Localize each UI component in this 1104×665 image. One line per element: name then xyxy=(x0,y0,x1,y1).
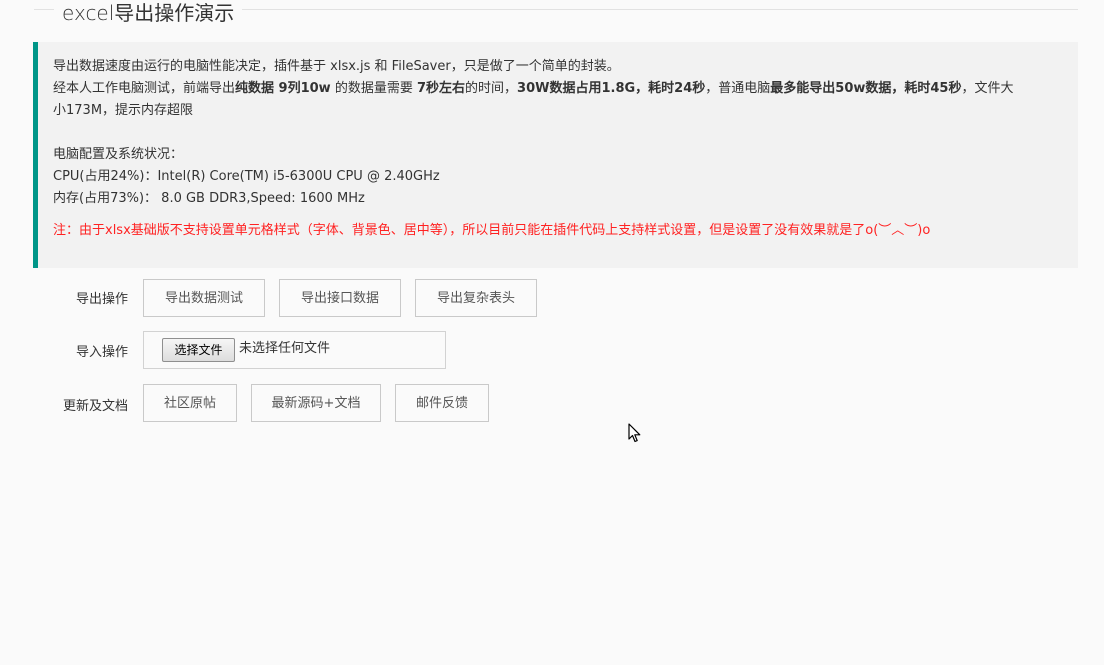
docs-label: 更新及文档 xyxy=(62,399,128,414)
intro-text: 的数据量需要 xyxy=(330,81,417,96)
intro-line-1: 导出数据速度由运行的电脑性能决定，插件基于 xlsx.js 和 FileSave… xyxy=(53,59,620,74)
file-input[interactable]: 选择文件 未选择任何文件 xyxy=(143,331,446,369)
intro-bold: 最多能导出50w数据，耗时45秒 xyxy=(770,81,962,96)
config-title: 电脑配置及系统状况： xyxy=(53,147,184,162)
intro-text: ，文件大 xyxy=(961,81,1014,96)
page-title: excel导出操作演示 xyxy=(62,1,235,25)
community-post-button[interactable]: 社区原帖 xyxy=(143,384,237,422)
intro-quote: 导出数据速度由运行的电脑性能决定，插件基于 xlsx.js 和 FileSave… xyxy=(33,42,1078,268)
export-label: 导出操作 xyxy=(75,292,128,307)
export-test-button[interactable]: 导出数据测试 xyxy=(143,279,265,317)
export-complex-header-button[interactable]: 导出复杂表头 xyxy=(415,279,537,317)
export-api-button[interactable]: 导出接口数据 xyxy=(279,279,401,317)
email-feedback-button[interactable]: 邮件反馈 xyxy=(395,384,489,422)
intro-line-3: 小173M，提示内存超限 xyxy=(53,103,194,118)
file-status: 未选择任何文件 xyxy=(239,341,331,356)
memory-status: 内存(占用73%)： 8.0 GB DDR3,Speed: 1600 MHz xyxy=(53,191,365,206)
intro-line-2: 经本人工作电脑测试，前端导出纯数据 9列10w 的数据量需要 7秒左右的时间，3… xyxy=(53,78,1078,100)
intro-bold: 纯数据 9列10w xyxy=(235,81,331,96)
intro-text: ，普通电脑 xyxy=(705,81,771,96)
intro-text: 的时间， xyxy=(465,81,518,96)
mouse-pointer-icon xyxy=(628,423,642,447)
choose-file-button[interactable]: 选择文件 xyxy=(162,338,235,362)
style-note: 注：由于xlsx基础版不支持设置单元格样式（字体、背景色、居中等），所以目前只能… xyxy=(53,223,931,238)
legend-divider-right xyxy=(242,9,1078,10)
import-label: 导入操作 xyxy=(75,345,128,360)
latest-source-docs-button[interactable]: 最新源码+文档 xyxy=(251,384,381,422)
intro-bold: 7秒左右 xyxy=(416,81,466,96)
legend-divider-left xyxy=(34,9,54,10)
cpu-status: CPU(占用24%)：Intel(R) Core(TM) i5-6300U CP… xyxy=(53,169,440,184)
intro-text: 经本人工作电脑测试，前端导出 xyxy=(53,81,236,96)
intro-bold: 30W数据占用1.8G，耗时24秒 xyxy=(517,81,706,96)
